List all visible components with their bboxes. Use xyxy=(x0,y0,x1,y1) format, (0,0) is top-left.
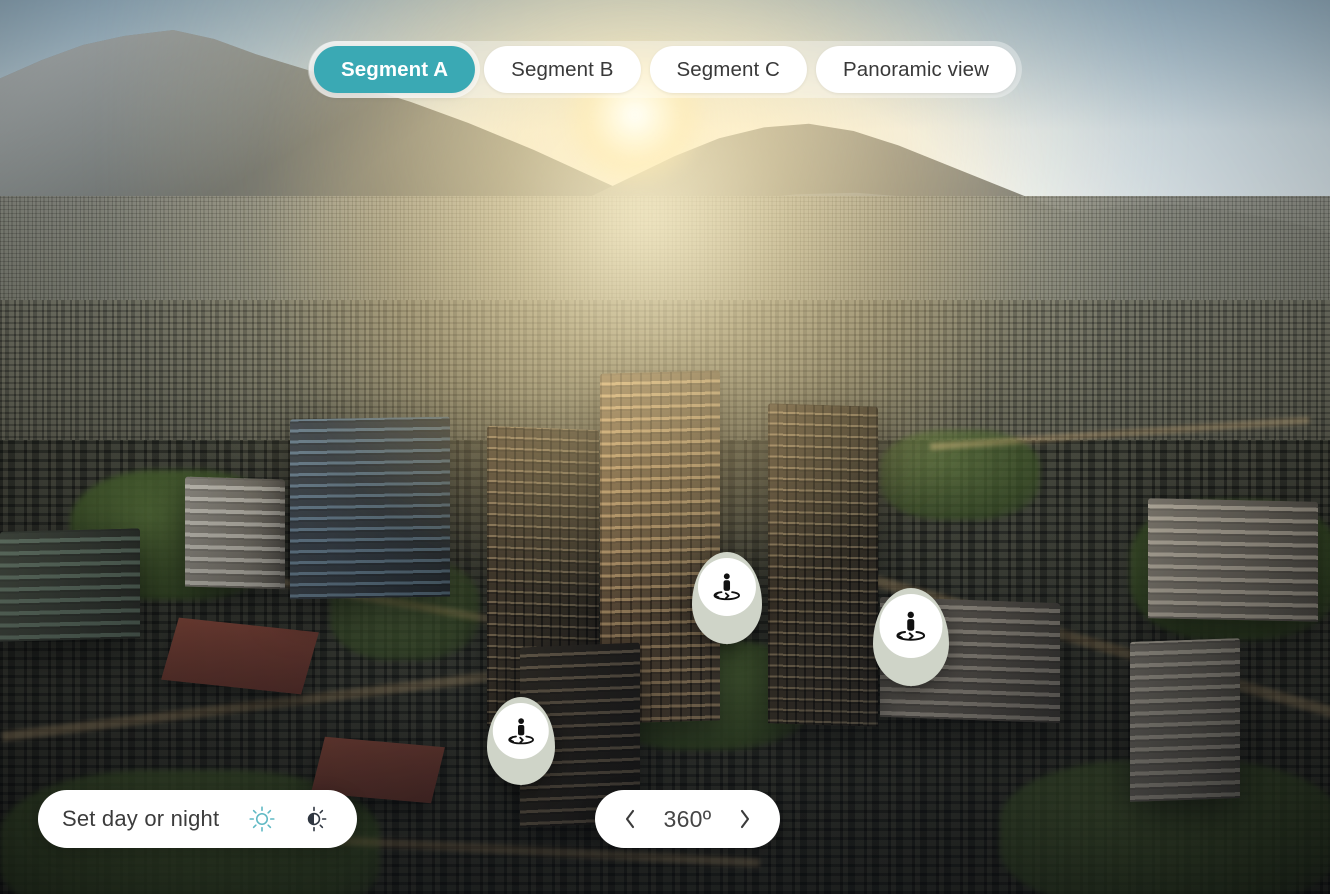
tab-segment-c[interactable]: Segment C xyxy=(650,46,807,93)
tab-segment-a[interactable]: Segment A xyxy=(314,46,475,93)
vignette-overlay xyxy=(0,0,1330,894)
chevron-left-icon[interactable] xyxy=(617,806,643,832)
tab-panoramic-view[interactable]: Panoramic view xyxy=(816,46,1016,93)
half-sun-night-icon[interactable] xyxy=(297,802,331,836)
rotation-control: 360º xyxy=(595,790,780,848)
day-night-control: Set day or night xyxy=(38,790,357,848)
person-360-icon xyxy=(879,594,942,657)
sun-icon[interactable] xyxy=(245,802,279,836)
tab-label: Segment B xyxy=(511,58,613,82)
tab-label: Segment C xyxy=(677,58,780,82)
aerial-city-render xyxy=(0,0,1330,894)
day-night-label: Set day or night xyxy=(62,806,219,832)
tab-label: Segment A xyxy=(341,58,448,82)
virtual-tour-viewer: Segment A Segment B Segment C Panoramic … xyxy=(0,0,1330,894)
rotation-value: 360º xyxy=(664,806,712,833)
person-360-icon xyxy=(698,558,756,616)
tab-segment-b[interactable]: Segment B xyxy=(484,46,640,93)
chevron-right-icon[interactable] xyxy=(732,806,758,832)
tab-label: Panoramic view xyxy=(843,58,989,82)
street-view-pin-3[interactable] xyxy=(487,697,555,785)
street-view-pin-2[interactable] xyxy=(873,588,949,686)
street-view-pin-1[interactable] xyxy=(692,552,762,644)
segment-tab-bar: Segment A Segment B Segment C Panoramic … xyxy=(308,41,1022,98)
